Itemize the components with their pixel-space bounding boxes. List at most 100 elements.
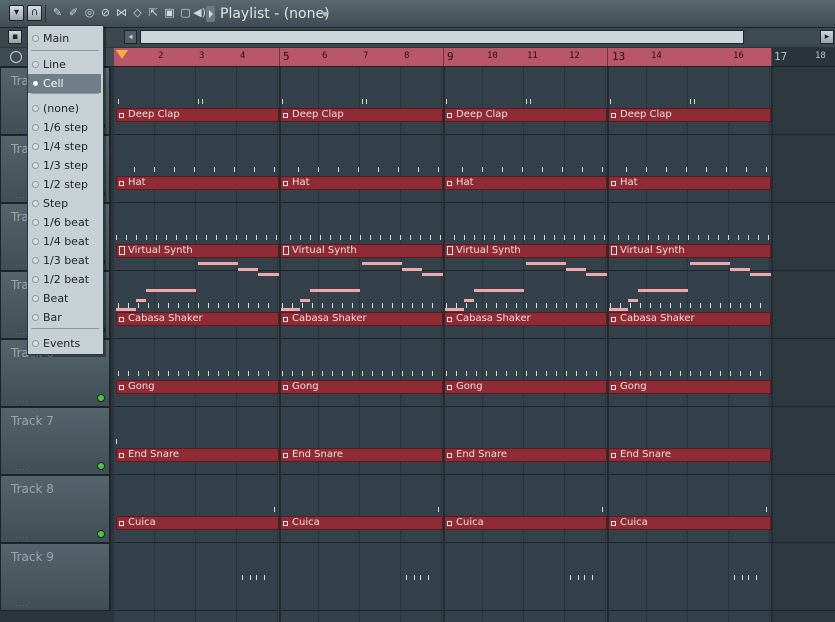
- expand-arrow-icon[interactable]: [206, 6, 215, 22]
- synth-note[interactable]: [730, 268, 750, 271]
- snap-option-cell[interactable]: Cell: [28, 74, 101, 93]
- track-header[interactable]: Track 7....: [0, 407, 111, 475]
- speaker-icon[interactable]: ◀): [192, 5, 207, 21]
- playback-tool-icon[interactable]: ▢: [178, 5, 193, 21]
- pattern-clip[interactable]: Gong: [444, 380, 607, 394]
- pattern-clip[interactable]: Deep Clap: [116, 108, 279, 122]
- synth-note[interactable]: [690, 262, 730, 265]
- pattern-clip[interactable]: Gong: [608, 380, 771, 394]
- synth-note[interactable]: [146, 289, 196, 292]
- paint-tool-icon[interactable]: ✐: [66, 5, 81, 21]
- snap-option-step[interactable]: Step: [28, 194, 101, 213]
- pattern-clip[interactable]: Virtual Synth: [280, 244, 443, 258]
- synth-note[interactable]: [116, 308, 136, 311]
- chevron-down-icon[interactable]: [321, 12, 329, 17]
- zoom-tool-icon[interactable]: ▣: [162, 5, 177, 21]
- song-position-marker[interactable]: [116, 50, 128, 59]
- draw-tool-icon[interactable]: ✎: [50, 5, 65, 21]
- pattern-clip[interactable]: Deep Clap: [280, 108, 443, 122]
- snap-option-1-6-step[interactable]: 1/6 step: [28, 118, 101, 137]
- event-tick: [630, 371, 631, 376]
- snap-option-1-2-step[interactable]: 1/2 step: [28, 175, 101, 194]
- slice-tool-icon[interactable]: ⋈: [114, 5, 129, 21]
- pattern-clip[interactable]: Cuica: [280, 516, 443, 530]
- pattern-clip[interactable]: End Snare: [280, 448, 443, 462]
- synth-note[interactable]: [628, 299, 638, 302]
- pattern-clip[interactable]: Cabasa Shaker: [280, 312, 443, 326]
- pattern-clip[interactable]: Gong: [280, 380, 443, 394]
- track-header[interactable]: Track 9....: [0, 543, 111, 611]
- synth-note[interactable]: [526, 262, 566, 265]
- synth-note[interactable]: [586, 273, 608, 276]
- pattern-clip[interactable]: End Snare: [608, 448, 771, 462]
- snap-option-events[interactable]: Events: [28, 334, 101, 353]
- slip-tool-icon[interactable]: ⇱: [146, 5, 161, 21]
- pattern-clip[interactable]: Deep Clap: [608, 108, 771, 122]
- snap-option-1-6-beat[interactable]: 1/6 beat: [28, 213, 101, 232]
- pattern-clip[interactable]: Gong: [116, 380, 279, 394]
- pattern-clip[interactable]: Cuica: [444, 516, 607, 530]
- snap-option--none-[interactable]: (none): [28, 99, 101, 118]
- track-mute-led[interactable]: [97, 530, 105, 538]
- delete-tool-icon[interactable]: ◎: [82, 5, 97, 21]
- event-tick: [566, 371, 567, 376]
- synth-note[interactable]: [566, 268, 586, 271]
- event-tick: [638, 235, 639, 240]
- snap-option-1-3-step[interactable]: 1/3 step: [28, 156, 101, 175]
- synth-note[interactable]: [402, 268, 422, 271]
- synth-note[interactable]: [258, 273, 280, 276]
- pattern-clip[interactable]: Cabasa Shaker: [116, 312, 279, 326]
- snap-option-1-2-beat[interactable]: 1/2 beat: [28, 270, 101, 289]
- synth-note[interactable]: [422, 273, 444, 276]
- pattern-clip[interactable]: Deep Clap: [444, 108, 607, 122]
- playlist-grid[interactable]: [114, 67, 835, 622]
- synth-note[interactable]: [310, 289, 360, 292]
- pattern-clip[interactable]: Cabasa Shaker: [608, 312, 771, 326]
- pattern-clip[interactable]: End Snare: [444, 448, 607, 462]
- snap-option-beat[interactable]: Beat: [28, 289, 101, 308]
- pattern-clip[interactable]: Cuica: [116, 516, 279, 530]
- synth-note[interactable]: [608, 308, 628, 311]
- synth-note[interactable]: [362, 262, 402, 265]
- snap-option-1-4-step[interactable]: 1/4 step: [28, 137, 101, 156]
- pattern-clip[interactable]: Hat: [280, 176, 443, 190]
- synth-note[interactable]: [238, 268, 258, 271]
- snap-option-bar[interactable]: Bar: [28, 308, 101, 327]
- synth-note[interactable]: [444, 308, 464, 311]
- synth-note[interactable]: [464, 299, 474, 302]
- track-mute-led[interactable]: [97, 394, 105, 402]
- pattern-clip[interactable]: Virtual Synth: [116, 244, 279, 258]
- scroll-left-button[interactable]: ◂: [124, 30, 137, 44]
- pattern-clip[interactable]: Hat: [608, 176, 771, 190]
- synth-note[interactable]: [474, 289, 524, 292]
- track-mute-led[interactable]: [97, 462, 105, 470]
- pattern-clip[interactable]: Virtual Synth: [444, 244, 607, 258]
- pattern-clip[interactable]: Cuica: [608, 516, 771, 530]
- synth-note[interactable]: [750, 273, 772, 276]
- mute-tool-icon[interactable]: ⊘: [98, 5, 113, 21]
- pattern-clip[interactable]: Hat: [444, 176, 607, 190]
- snap-option-line[interactable]: Line: [28, 55, 101, 74]
- snap-option-main[interactable]: Main: [28, 29, 101, 48]
- pattern-select-button[interactable]: ▪: [8, 30, 22, 44]
- window-menu-button[interactable]: ▾: [9, 5, 24, 21]
- zoom-button[interactable]: ▸: [820, 30, 834, 44]
- pattern-clip[interactable]: Cabasa Shaker: [444, 312, 607, 326]
- select-tool-icon[interactable]: ◇: [130, 5, 145, 21]
- synth-note[interactable]: [638, 289, 688, 292]
- synth-note[interactable]: [280, 308, 300, 311]
- event-tick: [128, 371, 129, 376]
- snap-magnet-button[interactable]: ∩: [27, 5, 42, 21]
- horizontal-scrollbar[interactable]: [140, 30, 744, 44]
- synth-note[interactable]: [300, 299, 310, 302]
- snap-option-1-3-beat[interactable]: 1/3 beat: [28, 251, 101, 270]
- pattern-clip[interactable]: Virtual Synth: [608, 244, 771, 258]
- synth-note[interactable]: [198, 262, 238, 265]
- master-radio-icon[interactable]: [10, 51, 22, 63]
- pattern-clip[interactable]: Hat: [116, 176, 279, 190]
- track-header[interactable]: Track 8....: [0, 475, 111, 543]
- snap-option-1-4-beat[interactable]: 1/4 beat: [28, 232, 101, 251]
- timeline-ruler[interactable]: 2 3 4 5 6 7 8 9 10 11 12 13 14 16 17 18: [114, 48, 835, 67]
- synth-note[interactable]: [136, 299, 146, 302]
- pattern-clip[interactable]: End Snare: [116, 448, 279, 462]
